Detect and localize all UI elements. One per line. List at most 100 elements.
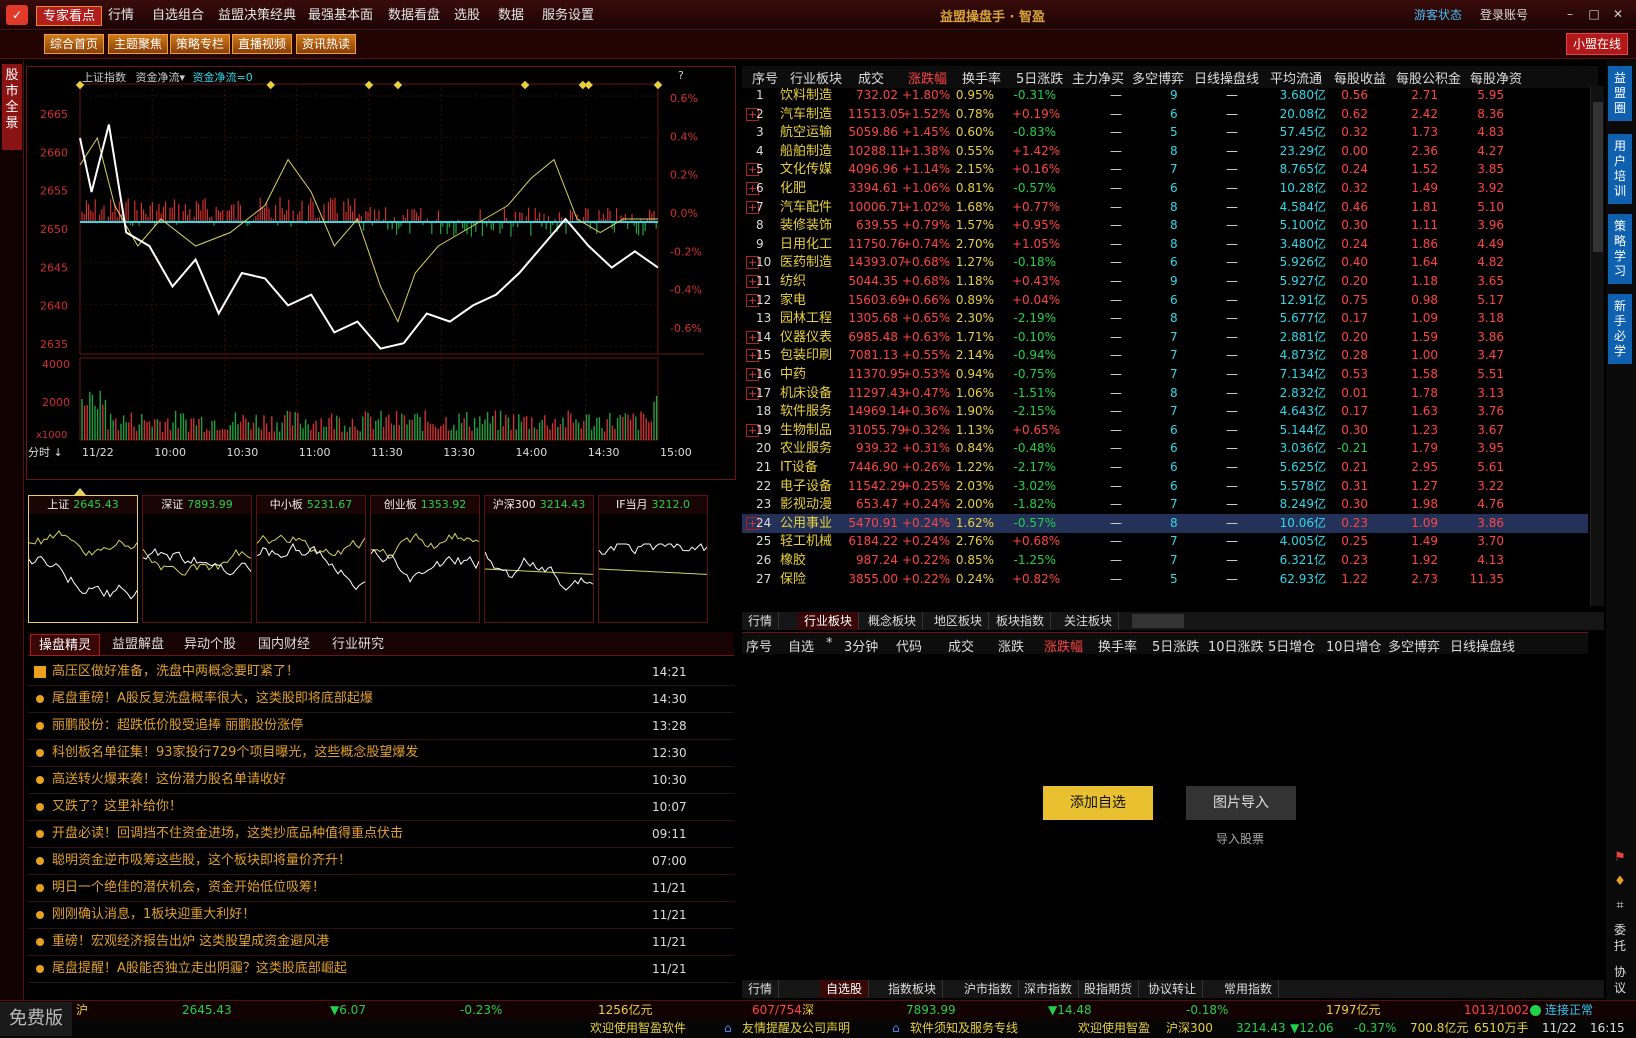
col-header-1[interactable]: 行业板块	[790, 68, 842, 87]
menu-item-8[interactable]: 服务设置	[536, 6, 600, 26]
menu-item-0[interactable]: 专家看点	[36, 6, 103, 26]
col-header-7[interactable]: 多空博弈	[1132, 68, 1184, 87]
sector-row-23[interactable]: +24 公用事业 5470.91 +0.24% 1.62% -0.57% —8—10.06亿…	[742, 513, 1588, 533]
protocol-tab[interactable]: 协议	[1610, 964, 1630, 1000]
news-item-3[interactable]: 科创板名单征集！93家投行729个项目曝光，这些概念股望爆发 12:30	[28, 739, 734, 767]
watch-col-header-3[interactable]: 3分钟	[844, 636, 878, 655]
col-header-9[interactable]: 平均流通	[1270, 68, 1322, 87]
sector-scrollbar[interactable]	[1590, 86, 1604, 606]
watch-col-header-9[interactable]: 5日涨跌	[1152, 636, 1199, 655]
index-card-5[interactable]: IF当月 3212.0	[598, 495, 708, 623]
news-tab-0[interactable]: 操盘精灵	[30, 634, 101, 656]
news-tab-1[interactable]: 益盟解盘	[104, 634, 172, 656]
watch-col-header-4[interactable]: 代码	[896, 636, 922, 655]
watch-col-header-0[interactable]: 序号	[746, 636, 772, 655]
watch-tab-2[interactable]: 指数板块	[882, 980, 944, 998]
sector-row-16[interactable]: +17 机床设备 11297.43 +0.47% 1.06% -1.51% —8—2.832…	[742, 384, 1588, 403]
close-icon[interactable]: ✕	[1610, 6, 1626, 22]
guest-status[interactable]: 游客状态	[1414, 6, 1462, 23]
sector-row-22[interactable]: 23 影视动漫 653.47 +0.24% 2.00% -1.82% — 7 — 8.249亿 0.…	[742, 495, 1588, 514]
sector-row-21[interactable]: 22 电子设备 11542.29 +0.25% 2.03% -3.02% — 6 — 5.578亿…	[742, 477, 1588, 496]
watch-tab-6[interactable]: 协议转让	[1142, 980, 1204, 998]
screenshot-icon[interactable]: ⌗	[1610, 896, 1630, 916]
watch-tab-7[interactable]: 常用指数	[1218, 980, 1280, 998]
watch-col-header-13[interactable]: 多空博弈	[1388, 636, 1440, 655]
news-tab-2[interactable]: 异动个股	[176, 634, 244, 656]
right-tab-1[interactable]: 用户培训	[1608, 134, 1632, 204]
right-tab-3[interactable]: 新手必学	[1608, 294, 1632, 364]
watch-tab-0[interactable]: 行情	[742, 980, 780, 998]
sector-row-5[interactable]: +6 化肥 3394.61 +1.06% 0.81% -0.57% —6—10.28亿 0.3…	[742, 179, 1588, 198]
index-card-4[interactable]: 沪深300 3214.43	[484, 495, 594, 623]
sector-row-26[interactable]: 27 保险 3855.00 +0.22% 0.24% +0.82% — 5 — 62.93亿 1.2…	[742, 570, 1588, 589]
toolbar-button-2[interactable]: 策略专栏	[170, 34, 231, 54]
watch-col-header-2[interactable]: *	[826, 636, 833, 651]
sector-row-17[interactable]: 18 软件服务 14969.14 +0.36% 1.90% -2.15% — 7 — 4.643亿…	[742, 402, 1588, 421]
sector-row-13[interactable]: +14 仪器仪表 6985.48 +0.63% 1.71% -0.10% —7—2.881亿…	[742, 328, 1588, 347]
toolbar-button-1[interactable]: 主题聚焦	[108, 34, 169, 54]
news-item-2[interactable]: 丽鹏股份：超跌低价股受追捧 丽鹏股份涨停 13:28	[28, 712, 734, 740]
menu-item-5[interactable]: 数据看盘	[382, 6, 446, 26]
news-tab-4[interactable]: 行业研究	[324, 634, 392, 656]
sector-row-11[interactable]: +12 家电 15603.69 +0.66% 0.89% +0.04% —6—12.91亿 0…	[742, 291, 1588, 310]
sector-row-9[interactable]: +10 医药制造 14393.07 +0.68% 1.27% -0.18% —6—5.926…	[742, 253, 1588, 272]
watch-col-header-5[interactable]: 成交	[948, 636, 974, 655]
sector-tab-1[interactable]: 行业板块	[798, 612, 860, 630]
menu-item-1[interactable]: 行情	[102, 6, 140, 26]
index-card-1[interactable]: 深证 7893.99	[142, 495, 252, 623]
watch-col-header-12[interactable]: 10日增仓	[1326, 636, 1382, 655]
sector-row-12[interactable]: 13 园林工程 1305.68 +0.65% 2.30% -2.19% — 8 — 5.677亿 0…	[742, 309, 1588, 328]
watch-col-header-8[interactable]: 换手率	[1098, 636, 1137, 655]
news-item-11[interactable]: 尾盘提醒！A股能否独立走出阴霾？这类股底部崛起 11/21	[28, 955, 734, 983]
watch-tab-5[interactable]: 股指期货	[1078, 980, 1140, 998]
col-header-12[interactable]: 每股净资	[1470, 68, 1522, 87]
sector-row-10[interactable]: +11 纺织 5044.35 +0.68% 1.18% +0.43% —9—5.927亿 0.…	[742, 272, 1588, 291]
watch-col-header-11[interactable]: 5日增仓	[1268, 636, 1315, 655]
news-item-1[interactable]: 尾盘重磅！A股反复洗盘概率很大，这类股即将底部起爆 14:30	[28, 685, 734, 713]
news-item-8[interactable]: 明日一个绝佳的潜伏机会，资金开始低位吸筹！ 11/21	[28, 874, 734, 902]
image-import-button[interactable]: 图片导入	[1186, 786, 1296, 820]
maximize-icon[interactable]: □	[1586, 6, 1602, 22]
sector-row-2[interactable]: 3 航空运输 5059.86 +1.45% 0.60% -0.83% — 5 — 57.45亿 0.…	[742, 123, 1588, 142]
col-header-4[interactable]: 换手率	[962, 68, 1001, 87]
add-watchlist-button[interactable]: 添加自选	[1043, 786, 1153, 820]
sector-row-4[interactable]: +5 文化传媒 4096.96 +1.14% 2.15% +0.16% —7—8.765亿 0…	[742, 160, 1588, 179]
index-card-0[interactable]: 上证 2645.43	[28, 495, 138, 623]
market-overview-tab[interactable]: 股市全景	[2, 64, 22, 150]
news-item-0[interactable]: 高压区做好准备，洗盘中两概念要盯紧了！ 14:21	[28, 658, 734, 686]
minimize-icon[interactable]: –	[1562, 6, 1578, 22]
watch-col-header-1[interactable]: 自选	[788, 636, 814, 655]
alert-icon[interactable]: ⚑	[1610, 848, 1630, 868]
menu-item-2[interactable]: 自选组合	[146, 6, 210, 26]
right-tab-2[interactable]: 策略学习	[1608, 214, 1632, 284]
news-item-10[interactable]: 重磅！宏观经济报告出炉 这类股望成资金避风港 11/21	[28, 928, 734, 956]
col-header-10[interactable]: 每股收益	[1334, 68, 1386, 87]
index-card-3[interactable]: 创业板 1353.92	[370, 495, 480, 623]
sector-row-3[interactable]: 4 船舶制造 10288.11 +1.38% 0.55% +1.42% — 8 — 23.29亿 0…	[742, 142, 1588, 161]
sector-row-18[interactable]: +19 生物制品 31055.79 +0.32% 1.13% +0.65% —6—5.144…	[742, 421, 1588, 440]
sector-row-6[interactable]: +7 汽车配件 10006.71 +1.02% 1.68% +0.77% —8—4.584亿…	[742, 198, 1588, 217]
watch-col-header-7[interactable]: 涨跌幅	[1044, 636, 1083, 655]
menu-item-6[interactable]: 选股	[448, 6, 486, 26]
sector-row-8[interactable]: 9 日用化工 11750.76 +0.74% 2.70% +1.05% — 8 — 3.480亿 0…	[742, 235, 1588, 254]
welcome-message[interactable]: 欢迎使用智盈软件	[590, 1019, 686, 1038]
intraday-chart-svg[interactable]: 2665 2660 2655 2650 2645 2640 2635 0.6% 0.4% 0.2%…	[26, 66, 736, 480]
sector-tab-5[interactable]: 关注板块	[1058, 612, 1120, 630]
sector-row-0[interactable]: 1 饮料制造 732.02 +1.80% 0.95% -0.31% — 9 — 3.680亿 0.5…	[742, 86, 1588, 105]
watch-col-header-14[interactable]: 日线操盘线	[1450, 636, 1515, 655]
watch-tab-3[interactable]: 沪市指数	[958, 980, 1020, 998]
sector-row-7[interactable]: 8 装修装饰 639.55 +0.79% 1.57% +0.95% — 8 — 5.100亿 0.3…	[742, 216, 1588, 235]
news-item-6[interactable]: 开盘必读！回调挡不住资金进场，这类抄底品种值得重点伏击 09:11	[28, 820, 734, 848]
xiaomeng-online-button[interactable]: 小盟在线	[1566, 33, 1629, 55]
watch-tab-1[interactable]: 自选股	[820, 980, 870, 998]
sector-tab-3[interactable]: 地区板块	[928, 612, 990, 630]
sector-tab-4[interactable]: 板块指数	[990, 612, 1052, 630]
news-tab-3[interactable]: 国内财经	[250, 634, 318, 656]
sector-row-24[interactable]: 25 轻工机械 6184.22 +0.24% 2.76% +0.68% — 7 — 4.005亿 0…	[742, 532, 1588, 551]
toolbar-button-0[interactable]: 综合首页	[44, 34, 105, 54]
sector-row-15[interactable]: +16 中药 11370.95 +0.53% 0.94% -0.75% —7—7.134亿 0…	[742, 365, 1588, 384]
sector-row-14[interactable]: +15 包装印刷 7081.13 +0.55% 2.14% -0.94% —7—4.873亿…	[742, 346, 1588, 365]
news-item-5[interactable]: 又跌了？这里补给你！ 10:07	[28, 793, 734, 821]
news-item-9[interactable]: 刚刚确认消息，1板块迎重大利好！ 11/21	[28, 901, 734, 929]
toolbar-button-3[interactable]: 直播视频	[232, 34, 293, 54]
